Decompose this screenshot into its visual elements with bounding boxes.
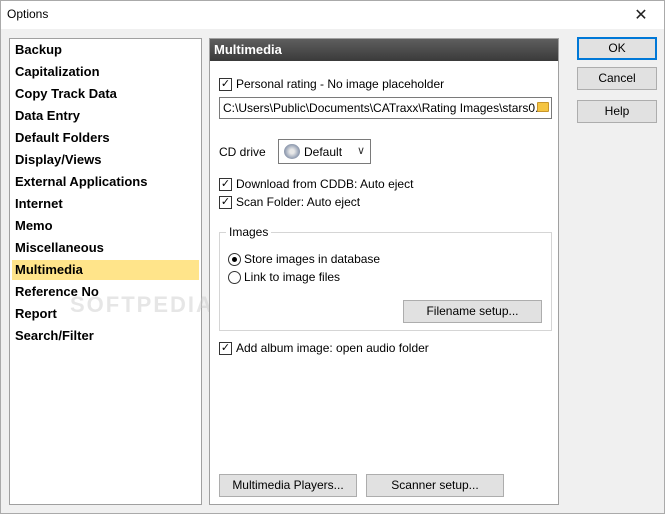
category-item-capitalization[interactable]: Capitalization — [12, 62, 199, 82]
window-title: Options — [7, 7, 49, 21]
store-images-radio[interactable] — [228, 253, 241, 266]
category-item-copy-track-data[interactable]: Copy Track Data — [12, 84, 199, 104]
folder-icon[interactable] — [537, 102, 549, 112]
category-item-backup[interactable]: Backup — [12, 40, 199, 60]
ok-button[interactable]: OK — [577, 37, 657, 60]
title-bar: Options ✕ — [1, 1, 664, 29]
category-list[interactable]: Search/Filter Report Reference No Multimedi… — [9, 38, 212, 505]
scanner-setup-button[interactable]: Scanner setup... — [366, 474, 504, 497]
category-item-search-filter[interactable]: Search/Filter — [12, 326, 199, 346]
add-album-image-label: Add album image: open audio folder — [236, 341, 429, 355]
multimedia-panel: Multimedia ✓ Personal rating - No image … — [209, 38, 559, 505]
chevron-down-icon: ∨ — [356, 145, 365, 157]
close-button[interactable]: ✕ — [618, 1, 664, 29]
category-item-reference-no[interactable]: Reference No — [12, 282, 199, 302]
category-item-multimedia[interactable]: Multimedia — [12, 260, 199, 280]
cd-drive-value: Default — [304, 145, 343, 159]
add-album-image-checkbox[interactable]: ✓ — [219, 342, 232, 355]
category-item-internet[interactable]: Internet — [12, 194, 199, 214]
cd-drive-icon — [284, 144, 300, 159]
scan-folder-checkbox[interactable]: ✓ — [219, 196, 232, 209]
category-item-report[interactable]: Report — [12, 304, 199, 324]
filename-setup-button[interactable]: Filename setup... — [403, 300, 542, 323]
category-item-miscellaneous[interactable]: Miscellaneous — [12, 238, 199, 258]
close-icon: ✕ — [634, 7, 648, 24]
help-button[interactable]: Help — [577, 100, 657, 123]
category-item-display-views[interactable]: Display/Views — [12, 150, 199, 170]
images-group-title: Images — [226, 225, 272, 239]
rating-path-value: C:\Users\Public\Documents\CATraxx\Rating… — [223, 101, 539, 115]
rating-image-path-field[interactable]: C:\Users\Public\Documents\CATraxx\Rating… — [219, 97, 552, 119]
scan-folder-label: Scan Folder: Auto eject — [236, 195, 361, 209]
link-images-label: Link to image files — [244, 270, 341, 284]
panel-header: Multimedia — [210, 39, 558, 61]
personal-rating-label: Personal rating - No image placeholder — [236, 77, 445, 91]
category-item-external-applications[interactable]: External Applications — [12, 172, 199, 192]
cd-drive-select[interactable]: Default ∨ — [278, 139, 371, 164]
category-item-data-entry[interactable]: Data Entry — [12, 106, 199, 126]
link-images-radio[interactable] — [228, 271, 241, 284]
multimedia-players-button[interactable]: Multimedia Players... — [219, 474, 357, 497]
personal-rating-checkbox[interactable]: ✓ — [219, 78, 232, 91]
images-group: Images Store images in database Link to … — [219, 225, 552, 331]
cancel-button[interactable]: Cancel — [577, 67, 657, 90]
category-item-default-folders[interactable]: Default Folders — [12, 128, 199, 148]
options-dialog: Options ✕ Search/Filter Report Reference N… — [0, 0, 665, 514]
download-cddb-checkbox[interactable]: ✓ — [219, 178, 232, 191]
download-cddb-label: Download from CDDB: Auto eject — [236, 177, 414, 191]
category-item-memo[interactable]: Memo — [12, 216, 199, 236]
store-images-label: Store images in database — [244, 252, 381, 266]
cd-drive-label: CD drive — [219, 145, 266, 159]
